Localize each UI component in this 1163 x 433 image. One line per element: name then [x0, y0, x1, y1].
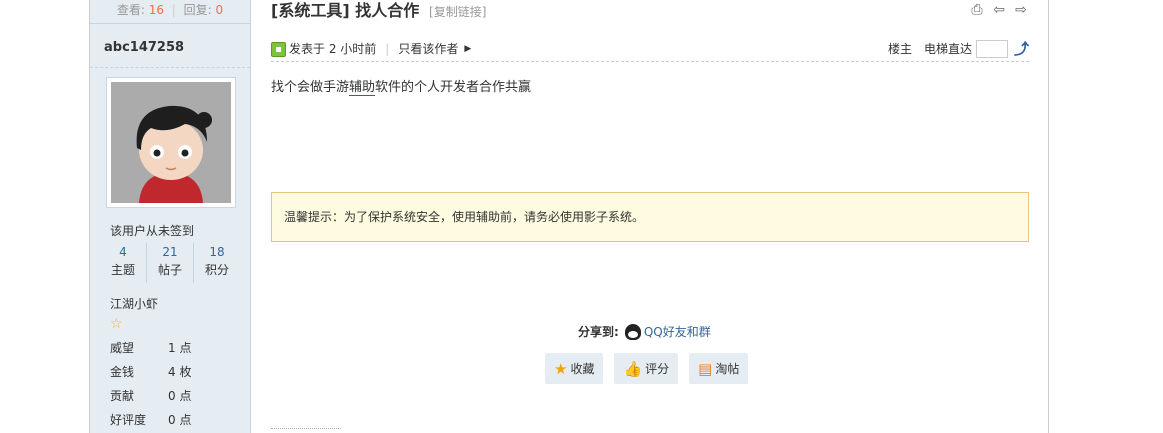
goto-floor-label: 电梯直达: [923, 42, 972, 56]
star-icon: ☆: [110, 316, 123, 332]
post-text-after: 软件的个人开发者合作共赢: [375, 80, 532, 95]
meta-divider: |: [385, 42, 390, 56]
bottom-divider: [271, 428, 341, 433]
safety-tip: 温馨提示：为了保护系统安全，使用辅助前，请务必使用影子系统。: [271, 192, 1029, 242]
qq-icon[interactable]: [624, 323, 641, 340]
post-frame: 查看: 16 | 回复: 0 abc147258 该用户从未签到 4 主题 21…: [89, 0, 1049, 433]
tao-button[interactable]: ▤ 淘帖: [689, 353, 749, 384]
share-bar: 分享到: QQ好友和群: [578, 323, 711, 340]
copy-link-button[interactable]: [复制链接]: [429, 5, 486, 19]
info-value: 4 枚: [168, 365, 192, 379]
goto-floor-input[interactable]: [975, 40, 1008, 58]
info-row: 贡献 0 点: [110, 385, 191, 409]
favorite-button[interactable]: ★ 收藏: [545, 353, 604, 384]
thumbs-up-icon: 👍: [623, 359, 643, 378]
stat-threads-label: 主题: [110, 263, 135, 277]
prev-thread-icon[interactable]: ⇦: [991, 2, 1007, 18]
replies-label: 回复:: [183, 3, 212, 17]
rate-label: 评分: [645, 362, 670, 376]
views-label: 查看:: [116, 3, 145, 17]
author-info: 威望 1 点 金钱 4 枚 贡献 0 点 好评度 0 点: [110, 337, 191, 433]
online-status-icon: ▪: [271, 41, 286, 57]
favorite-label: 收藏: [570, 362, 595, 376]
star-icon: ★: [554, 359, 568, 378]
floor-label: 楼主: [887, 42, 912, 56]
stat-credits-label: 积分: [204, 263, 229, 277]
author-only-link[interactable]: 只看该作者: [398, 38, 458, 60]
thread-title: [系统工具] 找人合作: [271, 1, 420, 20]
post-meta: ▪ 发表于 2 小时前 | 只看该作者 ▶ 楼主 电梯直达 ⤴: [271, 38, 1029, 62]
info-row: 威望 1 点: [110, 337, 191, 361]
keyword-link[interactable]: 辅助: [349, 80, 376, 96]
share-qq-link[interactable]: QQ好友和群: [644, 323, 711, 340]
user-rank[interactable]: 江湖小虾: [110, 295, 158, 312]
thread-title-row: [系统工具] 找人合作 [复制链接] ⎙ ⇦ ⇨: [271, 0, 1029, 25]
stat-posts-label: 帖子: [157, 263, 182, 277]
info-row: 金钱 4 枚: [110, 361, 191, 385]
info-key: 好评度: [110, 413, 147, 427]
info-value: 1 点: [168, 341, 192, 355]
stat-credits[interactable]: 18 积分: [194, 243, 240, 283]
views-count: 16: [148, 3, 164, 17]
post-content: 找个会做手游辅助软件的个人开发者合作共赢: [271, 78, 531, 98]
title-tools: ⎙ ⇦ ⇨: [969, 2, 1029, 18]
post-meta-left: ▪ 发表于 2 小时前 | 只看该作者 ▶: [271, 38, 471, 60]
stat-posts-value: 21: [162, 245, 178, 259]
post-text-before: 找个会做手游: [271, 80, 350, 95]
posted-time: 发表于 2 小时前: [289, 42, 377, 56]
stat-threads-value: 4: [119, 245, 127, 259]
info-row: 好评度 0 点: [110, 409, 191, 433]
avatar[interactable]: [106, 77, 236, 208]
replies-count: 0: [215, 3, 224, 17]
stat-threads[interactable]: 4 主题: [100, 243, 147, 283]
post-actions: ★ 收藏 👍 评分 ▤ 淘帖: [545, 353, 749, 384]
avatar-image: [111, 82, 231, 203]
stat-credits-value: 18: [209, 245, 225, 259]
info-key: 威望: [110, 341, 135, 355]
arrow-right-icon: ▶: [464, 44, 472, 54]
sign-status: 该用户从未签到: [110, 224, 195, 238]
info-key: 贡献: [110, 389, 135, 403]
print-icon[interactable]: ⎙: [969, 2, 985, 18]
author-stats: 4 主题 21 帖子 18 积分: [100, 243, 240, 283]
goto-floor-icon[interactable]: ⤴: [1014, 38, 1029, 60]
rate-button[interactable]: 👍 评分: [614, 353, 679, 384]
author-username[interactable]: abc147258: [90, 24, 250, 68]
share-label: 分享到:: [578, 325, 619, 339]
next-thread-icon[interactable]: ⇨: [1013, 2, 1029, 18]
author-sidebar: 查看: 16 | 回复: 0 abc147258 该用户从未签到 4 主题 21…: [90, 0, 251, 433]
stat-posts[interactable]: 21 帖子: [147, 243, 194, 283]
info-value: 0 点: [168, 389, 192, 403]
counts-divider: |: [171, 3, 176, 17]
info-key: 金钱: [110, 365, 135, 379]
thread-counts: 查看: 16 | 回复: 0: [90, 0, 250, 24]
post-main: [系统工具] 找人合作 [复制链接] ⎙ ⇦ ⇨ ▪ 发表于 2 小时前 | 只…: [271, 0, 1029, 433]
post-meta-right: 楼主 电梯直达 ⤴: [888, 38, 1029, 60]
tray-icon: ▤: [698, 359, 713, 378]
tao-label: 淘帖: [715, 362, 740, 376]
info-value: 0 点: [168, 413, 192, 427]
